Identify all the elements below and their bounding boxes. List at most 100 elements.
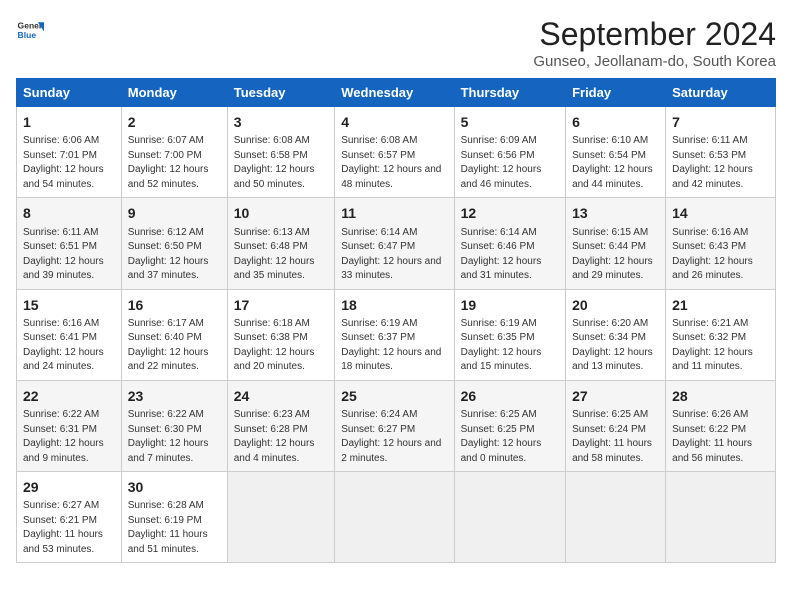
sunrise-text: Sunrise: 6:10 AM xyxy=(572,134,659,149)
daylight-text: Daylight: 12 hours and 7 minutes. xyxy=(128,437,221,466)
day-header-friday: Friday xyxy=(566,79,666,107)
sunrise-text: Sunrise: 6:13 AM xyxy=(234,226,329,241)
day-number: 29 xyxy=(23,477,115,497)
day-number: 7 xyxy=(672,112,769,132)
daylight-text: Daylight: 12 hours and 22 minutes. xyxy=(128,346,221,375)
calendar-cell: 11Sunrise: 6:14 AMSunset: 6:47 PMDayligh… xyxy=(335,198,454,289)
daylight-text: Daylight: 12 hours and 18 minutes. xyxy=(341,346,447,375)
calendar-cell: 5Sunrise: 6:09 AMSunset: 6:56 PMDaylight… xyxy=(454,107,565,198)
day-number: 6 xyxy=(572,112,659,132)
calendar-cell: 14Sunrise: 6:16 AMSunset: 6:43 PMDayligh… xyxy=(666,198,776,289)
day-number: 20 xyxy=(572,295,659,315)
day-number: 11 xyxy=(341,203,447,223)
sunset-text: Sunset: 6:37 PM xyxy=(341,331,447,346)
daylight-text: Daylight: 12 hours and 29 minutes. xyxy=(572,255,659,284)
calendar-cell: 20Sunrise: 6:20 AMSunset: 6:34 PMDayligh… xyxy=(566,289,666,380)
calendar-body: 1Sunrise: 6:06 AMSunset: 7:01 PMDaylight… xyxy=(17,107,776,563)
calendar-cell xyxy=(566,472,666,563)
sunrise-text: Sunrise: 6:21 AM xyxy=(672,317,769,332)
sunrise-text: Sunrise: 6:22 AM xyxy=(128,408,221,423)
calendar-cell: 23Sunrise: 6:22 AMSunset: 6:30 PMDayligh… xyxy=(121,380,227,471)
calendar-cell: 27Sunrise: 6:25 AMSunset: 6:24 PMDayligh… xyxy=(566,380,666,471)
daylight-text: Daylight: 12 hours and 52 minutes. xyxy=(128,163,221,192)
sunset-text: Sunset: 6:46 PM xyxy=(461,240,559,255)
daylight-text: Daylight: 12 hours and 26 minutes. xyxy=(672,255,769,284)
day-number: 27 xyxy=(572,386,659,406)
daylight-text: Daylight: 12 hours and 13 minutes. xyxy=(572,346,659,375)
sunrise-text: Sunrise: 6:27 AM xyxy=(23,499,115,514)
daylight-text: Daylight: 12 hours and 11 minutes. xyxy=(672,346,769,375)
calendar-cell: 17Sunrise: 6:18 AMSunset: 6:38 PMDayligh… xyxy=(227,289,335,380)
calendar-cell xyxy=(454,472,565,563)
calendar-cell: 21Sunrise: 6:21 AMSunset: 6:32 PMDayligh… xyxy=(666,289,776,380)
calendar-cell: 10Sunrise: 6:13 AMSunset: 6:48 PMDayligh… xyxy=(227,198,335,289)
day-number: 25 xyxy=(341,386,447,406)
daylight-text: Daylight: 12 hours and 50 minutes. xyxy=(234,163,329,192)
calendar-cell: 3Sunrise: 6:08 AMSunset: 6:58 PMDaylight… xyxy=(227,107,335,198)
calendar-cell: 4Sunrise: 6:08 AMSunset: 6:57 PMDaylight… xyxy=(335,107,454,198)
logo: General Blue xyxy=(16,16,44,44)
sunrise-text: Sunrise: 6:20 AM xyxy=(572,317,659,332)
daylight-text: Daylight: 12 hours and 35 minutes. xyxy=(234,255,329,284)
sunset-text: Sunset: 6:48 PM xyxy=(234,240,329,255)
sunset-text: Sunset: 6:38 PM xyxy=(234,331,329,346)
sunset-text: Sunset: 6:51 PM xyxy=(23,240,115,255)
sunrise-text: Sunrise: 6:19 AM xyxy=(461,317,559,332)
calendar-cell: 16Sunrise: 6:17 AMSunset: 6:40 PMDayligh… xyxy=(121,289,227,380)
calendar-cell: 9Sunrise: 6:12 AMSunset: 6:50 PMDaylight… xyxy=(121,198,227,289)
sunrise-text: Sunrise: 6:08 AM xyxy=(341,134,447,149)
calendar-cell: 12Sunrise: 6:14 AMSunset: 6:46 PMDayligh… xyxy=(454,198,565,289)
sunrise-text: Sunrise: 6:15 AM xyxy=(572,226,659,241)
sunrise-text: Sunrise: 6:28 AM xyxy=(128,499,221,514)
day-header-wednesday: Wednesday xyxy=(335,79,454,107)
calendar-cell: 2Sunrise: 6:07 AMSunset: 7:00 PMDaylight… xyxy=(121,107,227,198)
sunset-text: Sunset: 6:24 PM xyxy=(572,423,659,438)
calendar-cell: 22Sunrise: 6:22 AMSunset: 6:31 PMDayligh… xyxy=(17,380,122,471)
sunrise-text: Sunrise: 6:14 AM xyxy=(461,226,559,241)
day-number: 26 xyxy=(461,386,559,406)
day-number: 1 xyxy=(23,112,115,132)
sunrise-text: Sunrise: 6:18 AM xyxy=(234,317,329,332)
day-number: 13 xyxy=(572,203,659,223)
day-header-monday: Monday xyxy=(121,79,227,107)
day-number: 24 xyxy=(234,386,329,406)
sunset-text: Sunset: 6:32 PM xyxy=(672,331,769,346)
day-number: 18 xyxy=(341,295,447,315)
calendar-cell: 6Sunrise: 6:10 AMSunset: 6:54 PMDaylight… xyxy=(566,107,666,198)
calendar-cell: 7Sunrise: 6:11 AMSunset: 6:53 PMDaylight… xyxy=(666,107,776,198)
day-number: 8 xyxy=(23,203,115,223)
sunset-text: Sunset: 6:30 PM xyxy=(128,423,221,438)
main-title: September 2024 xyxy=(533,16,776,53)
day-header-saturday: Saturday xyxy=(666,79,776,107)
sunrise-text: Sunrise: 6:08 AM xyxy=(234,134,329,149)
calendar-week-row: 29Sunrise: 6:27 AMSunset: 6:21 PMDayligh… xyxy=(17,472,776,563)
calendar-cell: 26Sunrise: 6:25 AMSunset: 6:25 PMDayligh… xyxy=(454,380,565,471)
calendar-week-row: 1Sunrise: 6:06 AMSunset: 7:01 PMDaylight… xyxy=(17,107,776,198)
sunrise-text: Sunrise: 6:07 AM xyxy=(128,134,221,149)
daylight-text: Daylight: 12 hours and 37 minutes. xyxy=(128,255,221,284)
sunset-text: Sunset: 6:44 PM xyxy=(572,240,659,255)
calendar-week-row: 15Sunrise: 6:16 AMSunset: 6:41 PMDayligh… xyxy=(17,289,776,380)
day-number: 9 xyxy=(128,203,221,223)
daylight-text: Daylight: 11 hours and 56 minutes. xyxy=(672,437,769,466)
subtitle: Gunseo, Jeollanam-do, South Korea xyxy=(533,53,776,70)
calendar-cell: 30Sunrise: 6:28 AMSunset: 6:19 PMDayligh… xyxy=(121,472,227,563)
header: General Blue September 2024 Gunseo, Jeol… xyxy=(16,16,776,70)
sunrise-text: Sunrise: 6:09 AM xyxy=(461,134,559,149)
calendar-cell: 8Sunrise: 6:11 AMSunset: 6:51 PMDaylight… xyxy=(17,198,122,289)
day-number: 19 xyxy=(461,295,559,315)
sunrise-text: Sunrise: 6:23 AM xyxy=(234,408,329,423)
daylight-text: Daylight: 11 hours and 58 minutes. xyxy=(572,437,659,466)
sunset-text: Sunset: 6:28 PM xyxy=(234,423,329,438)
sunset-text: Sunset: 6:25 PM xyxy=(461,423,559,438)
sunset-text: Sunset: 6:40 PM xyxy=(128,331,221,346)
day-header-sunday: Sunday xyxy=(17,79,122,107)
calendar-cell xyxy=(666,472,776,563)
sunset-text: Sunset: 6:35 PM xyxy=(461,331,559,346)
daylight-text: Daylight: 12 hours and 4 minutes. xyxy=(234,437,329,466)
day-header-thursday: Thursday xyxy=(454,79,565,107)
calendar-table: SundayMondayTuesdayWednesdayThursdayFrid… xyxy=(16,78,776,563)
sunset-text: Sunset: 6:53 PM xyxy=(672,149,769,164)
day-number: 30 xyxy=(128,477,221,497)
calendar-cell xyxy=(335,472,454,563)
